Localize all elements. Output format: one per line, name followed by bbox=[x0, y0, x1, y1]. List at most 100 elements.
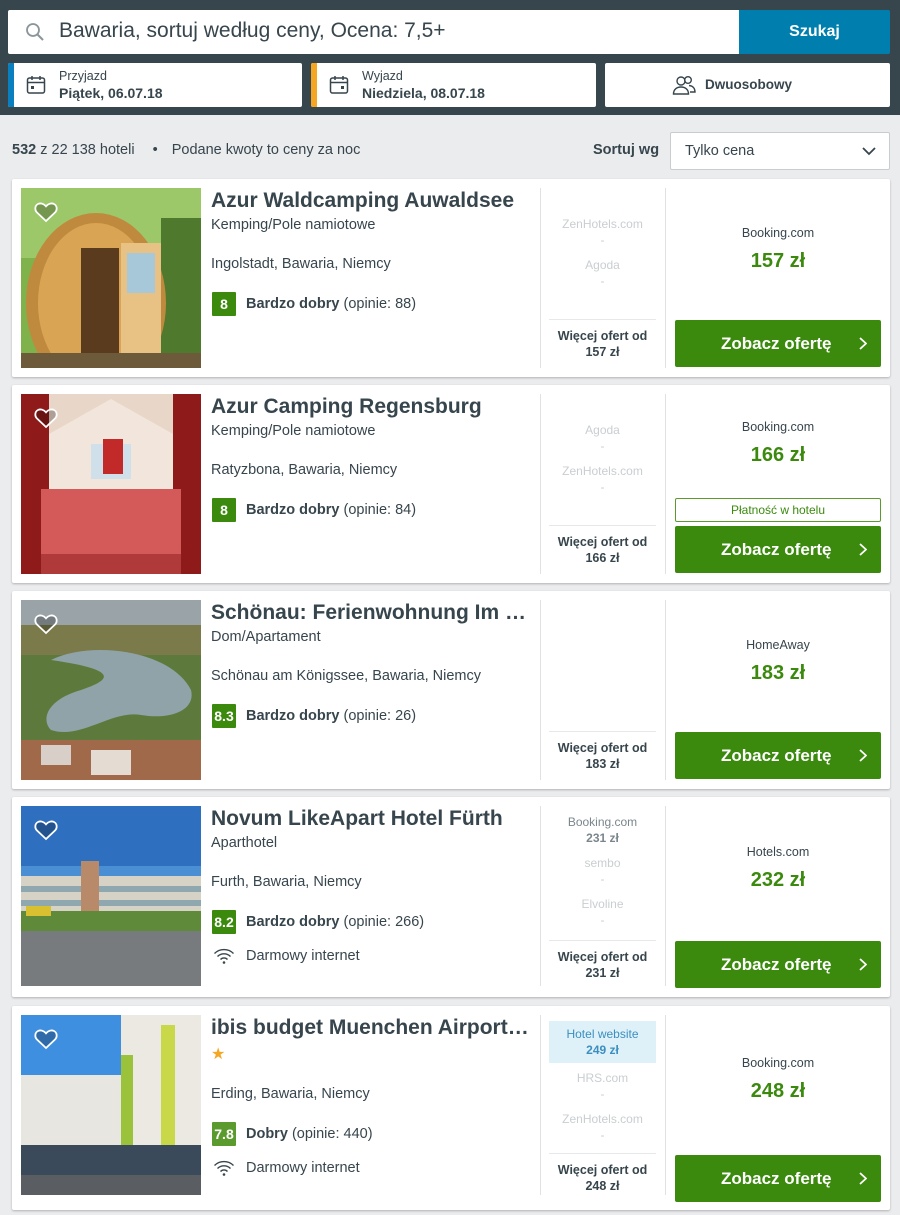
hotel-type: Dom/Apartament bbox=[211, 629, 321, 645]
more-offers[interactable]: Więcej ofert od 157 zł bbox=[549, 319, 656, 360]
more-offers[interactable]: Więcej ofert od 231 zł bbox=[549, 940, 656, 981]
checkin-accent bbox=[8, 63, 14, 107]
checkin-field[interactable]: Przyjazd Piątek, 06.07.18 bbox=[8, 63, 302, 107]
other-offer-price: - bbox=[600, 1087, 605, 1101]
rating-score: 8 bbox=[212, 292, 236, 316]
other-offer[interactable]: Booking.com 231 zł bbox=[549, 814, 656, 846]
hotel-name[interactable]: Novum LikeApart Hotel Fürth bbox=[211, 807, 531, 831]
results-summary: 532 z 22 138 hoteli • Podane kwoty to ce… bbox=[12, 142, 360, 158]
other-offer[interactable]: ZenHotels.com - bbox=[549, 1111, 656, 1143]
wifi-icon bbox=[214, 948, 234, 964]
other-offer-provider: ZenHotels.com bbox=[562, 1112, 643, 1126]
other-offer-provider: Agoda bbox=[585, 258, 620, 272]
more-offers[interactable]: Więcej ofert od 183 zł bbox=[549, 731, 656, 772]
heart-icon[interactable] bbox=[34, 407, 58, 429]
hotel-card[interactable]: Novum LikeApart Hotel Fürth Aparthotel F… bbox=[12, 797, 890, 997]
hotel-photo[interactable] bbox=[21, 600, 201, 780]
other-offer[interactable]: ZenHotels.com - bbox=[549, 216, 656, 248]
more-offers-label: Więcej ofert od bbox=[557, 535, 648, 549]
view-offer-button[interactable]: Zobacz ofertę bbox=[675, 732, 881, 779]
best-offer-price: 248 zł bbox=[750, 1080, 806, 1102]
other-offer-provider: ZenHotels.com bbox=[562, 464, 643, 478]
more-offers-label: Więcej ofert od bbox=[557, 1163, 648, 1177]
heart-icon[interactable] bbox=[34, 613, 58, 635]
sort-select[interactable]: Tylko cena bbox=[670, 132, 890, 170]
view-offer-label: Zobacz ofertę bbox=[721, 746, 832, 765]
hotel-name[interactable]: Schönau: Ferienwohnung Im Haus Sonnensch… bbox=[211, 601, 531, 625]
other-offer-price: - bbox=[600, 233, 605, 247]
hotel-card[interactable]: Azur Camping Regensburg Kemping/Pole nam… bbox=[12, 385, 890, 583]
other-offer[interactable]: Agoda - bbox=[549, 422, 656, 454]
chevron-right-icon bbox=[859, 749, 867, 762]
best-offer-provider: Booking.com bbox=[741, 420, 815, 434]
hotel-type: Kemping/Pole namiotowe bbox=[211, 217, 376, 233]
view-offer-label: Zobacz ofertę bbox=[721, 540, 832, 559]
other-offer-provider: sembo bbox=[584, 856, 621, 870]
checkout-label: Wyjazd bbox=[362, 69, 403, 83]
chevron-right-icon bbox=[859, 958, 867, 971]
other-offer[interactable]: Agoda - bbox=[549, 257, 656, 289]
other-offer-provider: HRS.com bbox=[576, 1071, 629, 1085]
other-offer[interactable]: Hotel website 249 zł bbox=[549, 1021, 656, 1063]
chevron-right-icon bbox=[859, 1172, 867, 1185]
hotel-photo[interactable] bbox=[21, 806, 201, 986]
view-offer-button[interactable]: Zobacz ofertę bbox=[675, 1155, 881, 1202]
hotel-card[interactable]: Azur Waldcamping Auwaldsee Kemping/Pole … bbox=[12, 179, 890, 377]
search-query[interactable]: Bawaria, sortuj według ceny, Ocena: 7,5+ bbox=[59, 19, 446, 43]
hotel-card[interactable]: Schönau: Ferienwohnung Im Haus Sonnensch… bbox=[12, 591, 890, 789]
hotel-name[interactable]: Azur Waldcamping Auwaldsee bbox=[211, 189, 531, 213]
divider bbox=[540, 1015, 541, 1195]
other-offer-price: - bbox=[600, 274, 605, 288]
best-offer-price: 183 zł bbox=[750, 662, 806, 684]
rating-score: 7.8 bbox=[212, 1122, 236, 1146]
more-offers-label: Więcej ofert od bbox=[557, 741, 648, 755]
heart-icon[interactable] bbox=[34, 819, 58, 841]
hotel-type: Aparthotel bbox=[211, 835, 278, 851]
rating-label: Bardzo dobry bbox=[246, 502, 340, 518]
divider bbox=[540, 806, 541, 986]
view-offer-button[interactable]: Zobacz ofertę bbox=[675, 941, 881, 988]
hotel-name[interactable]: ibis budget Muenchen Airport Erding bbox=[211, 1016, 531, 1040]
rating-label: Bardzo dobry bbox=[246, 296, 340, 312]
other-offer[interactable]: Elvoline - bbox=[549, 896, 656, 928]
calendar-icon bbox=[329, 76, 349, 94]
search-button[interactable]: Szukaj bbox=[739, 10, 890, 54]
hotel-location: Erding, Bawaria, Niemcy bbox=[211, 1086, 370, 1102]
view-offer-button[interactable]: Zobacz ofertę bbox=[675, 320, 881, 367]
view-offer-button[interactable]: Zobacz ofertę bbox=[675, 526, 881, 573]
checkout-field[interactable]: Wyjazd Niedziela, 08.07.18 bbox=[311, 63, 596, 107]
heart-icon[interactable] bbox=[34, 201, 58, 223]
other-offer-provider: ZenHotels.com bbox=[562, 217, 643, 231]
more-offers-price: 248 zł bbox=[585, 1179, 620, 1193]
rating-score: 8.3 bbox=[212, 704, 236, 728]
other-offer-provider: Elvoline bbox=[581, 897, 624, 911]
hotel-location: Ingolstadt, Bawaria, Niemcy bbox=[211, 256, 391, 272]
best-offer-provider: Hotels.com bbox=[746, 845, 810, 859]
search-icon bbox=[26, 23, 44, 41]
other-offer[interactable]: sembo - bbox=[549, 855, 656, 887]
review-count: (opinie: 266) bbox=[343, 914, 425, 930]
checkout-value: Niedziela, 08.07.18 bbox=[362, 85, 485, 101]
review-count: (opinie: 88) bbox=[343, 296, 417, 312]
best-offer-price: 166 zł bbox=[750, 444, 806, 466]
heart-icon[interactable] bbox=[34, 1028, 58, 1050]
view-offer-label: Zobacz ofertę bbox=[721, 334, 832, 353]
hotel-photo[interactable] bbox=[21, 188, 201, 368]
more-offers[interactable]: Więcej ofert od 166 zł bbox=[549, 525, 656, 566]
hotel-card[interactable]: ibis budget Muenchen Airport Erding ★ Er… bbox=[12, 1006, 890, 1210]
best-offer-price: 232 zł bbox=[750, 869, 806, 891]
hotel-photo[interactable] bbox=[21, 1015, 201, 1195]
hotel-name[interactable]: Azur Camping Regensburg bbox=[211, 395, 531, 419]
chevron-right-icon bbox=[859, 337, 867, 350]
other-offer[interactable]: HRS.com - bbox=[549, 1070, 656, 1102]
search-field[interactable]: Bawaria, sortuj według ceny, Ocena: 7,5+ bbox=[8, 10, 739, 54]
best-offer-provider: Booking.com bbox=[741, 1056, 815, 1070]
rating-text: Bardzo dobry (opinie: 26) bbox=[246, 708, 416, 724]
rating-label: Dobry bbox=[246, 1126, 288, 1142]
more-offers[interactable]: Więcej ofert od 248 zł bbox=[549, 1153, 656, 1194]
other-offer[interactable]: ZenHotels.com - bbox=[549, 463, 656, 495]
hotel-photo[interactable] bbox=[21, 394, 201, 574]
room-type-field[interactable]: Dwuosobowy bbox=[605, 63, 890, 107]
other-offer-price: - bbox=[600, 480, 605, 494]
rating-score: 8 bbox=[212, 498, 236, 522]
